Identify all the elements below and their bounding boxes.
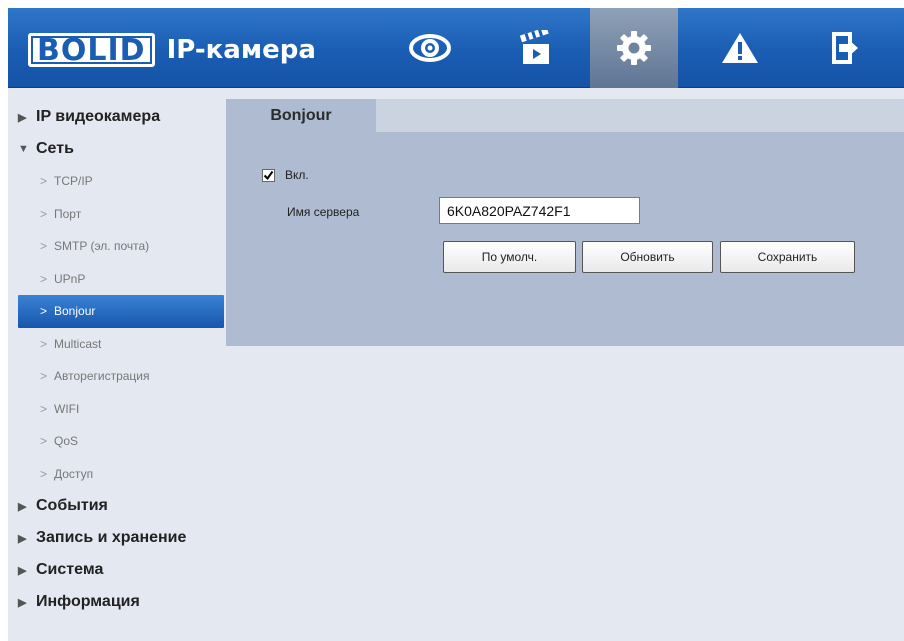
enable-checkbox[interactable]: [262, 168, 275, 182]
chevron-right-icon: >: [40, 466, 48, 481]
sidebar-item-port[interactable]: > Порт: [8, 198, 224, 231]
refresh-button[interactable]: Обновить: [582, 241, 713, 273]
sidebar-section-ip-camera[interactable]: ▶ IP видеокамера: [8, 101, 224, 133]
sidebar-item-label: SMTP (эл. почта): [54, 239, 150, 254]
sidebar-item-label: Multicast: [54, 336, 102, 351]
chevron-right-icon: >: [40, 271, 48, 286]
chevron-right-icon: >: [40, 369, 48, 384]
eye-icon: [409, 34, 451, 62]
sidebar: ▶ IP видеокамера ▼ Сеть > TCP/IP > Порт …: [8, 96, 224, 641]
expand-arrow-icon: ▶: [18, 596, 27, 609]
chevron-right-icon: >: [40, 174, 48, 189]
sidebar-item-label: Доступ: [54, 466, 94, 481]
save-button[interactable]: Сохранить: [720, 241, 855, 273]
sidebar-section-system[interactable]: ▶ Система: [8, 554, 224, 586]
expand-arrow-icon: ▶: [18, 532, 27, 545]
chevron-right-icon: >: [40, 206, 48, 221]
sidebar-item-label: UPnP: [54, 271, 86, 286]
settings-panel: [226, 132, 904, 346]
sidebar-section-label: IP видеокамера: [36, 108, 161, 125]
expand-arrow-icon: ▶: [18, 564, 27, 577]
sidebar-section-recording-storage[interactable]: ▶ Запись и хранение: [8, 522, 224, 554]
server-name-label: Имя сервера: [287, 205, 360, 219]
tab-bonjour[interactable]: Bonjour: [226, 99, 376, 132]
warning-icon: [722, 33, 758, 63]
logo: BOLID IP-камера: [28, 33, 316, 67]
clapperboard-icon: [519, 30, 549, 64]
server-name-input[interactable]: [439, 197, 640, 224]
sidebar-item-wifi[interactable]: > WIFI: [8, 393, 224, 426]
sidebar-item-auto-registration[interactable]: > Авторегистрация: [8, 360, 224, 393]
default-button[interactable]: По умолч.: [443, 241, 576, 273]
alarm-button[interactable]: [696, 8, 784, 88]
settings-button[interactable]: [590, 8, 678, 88]
exit-icon: [832, 32, 858, 64]
collapse-arrow-icon: ▼: [18, 143, 29, 155]
chevron-right-icon: >: [40, 336, 48, 351]
playback-button[interactable]: [492, 8, 580, 88]
sidebar-section-label: Запись и хранение: [36, 529, 187, 546]
tab-bar: Bonjour: [226, 99, 904, 132]
chevron-right-icon: >: [40, 401, 48, 416]
sidebar-section-label: События: [36, 497, 108, 514]
sidebar-section-label: Сеть: [36, 140, 74, 157]
live-view-button[interactable]: [386, 8, 474, 88]
sidebar-section-network[interactable]: ▼ Сеть: [8, 133, 224, 165]
sidebar-item-qos[interactable]: > QoS: [8, 425, 224, 458]
sidebar-item-bonjour[interactable]: > Bonjour: [18, 295, 224, 328]
top-header: BOLID IP-камера: [8, 8, 904, 88]
sidebar-item-label: Авторегистрация: [54, 369, 150, 384]
sidebar-item-tcpip[interactable]: > TCP/IP: [8, 165, 224, 198]
enable-row: Вкл.: [262, 168, 309, 182]
sidebar-item-label: WIFI: [54, 401, 80, 416]
sidebar-section-label: Информация: [36, 593, 140, 610]
sidebar-item-label: TCP/IP: [54, 174, 93, 189]
sidebar-section-events[interactable]: ▶ События: [8, 490, 224, 522]
logo-text: BOLID: [28, 33, 155, 67]
sidebar-item-label: Bonjour: [54, 304, 96, 319]
checkmark-icon: [263, 170, 274, 180]
gear-icon: [617, 31, 651, 65]
chevron-right-icon: >: [40, 304, 48, 319]
sidebar-item-access[interactable]: > Доступ: [8, 458, 224, 491]
sidebar-item-upnp[interactable]: > UPnP: [8, 263, 224, 296]
expand-arrow-icon: ▶: [18, 500, 27, 513]
sidebar-item-smtp[interactable]: > SMTP (эл. почта): [8, 230, 224, 263]
sidebar-item-label: Порт: [54, 206, 82, 221]
sidebar-section-label: Система: [36, 561, 104, 578]
logout-button[interactable]: [800, 8, 888, 88]
chevron-right-icon: >: [40, 434, 48, 449]
expand-arrow-icon: ▶: [18, 111, 27, 124]
chevron-right-icon: >: [40, 239, 48, 254]
enable-label: Вкл.: [285, 168, 309, 182]
sidebar-item-multicast[interactable]: > Multicast: [8, 328, 224, 361]
app-title: IP-камера: [166, 35, 316, 65]
sidebar-item-label: QoS: [54, 434, 79, 449]
sidebar-section-information[interactable]: ▶ Информация: [8, 586, 224, 618]
